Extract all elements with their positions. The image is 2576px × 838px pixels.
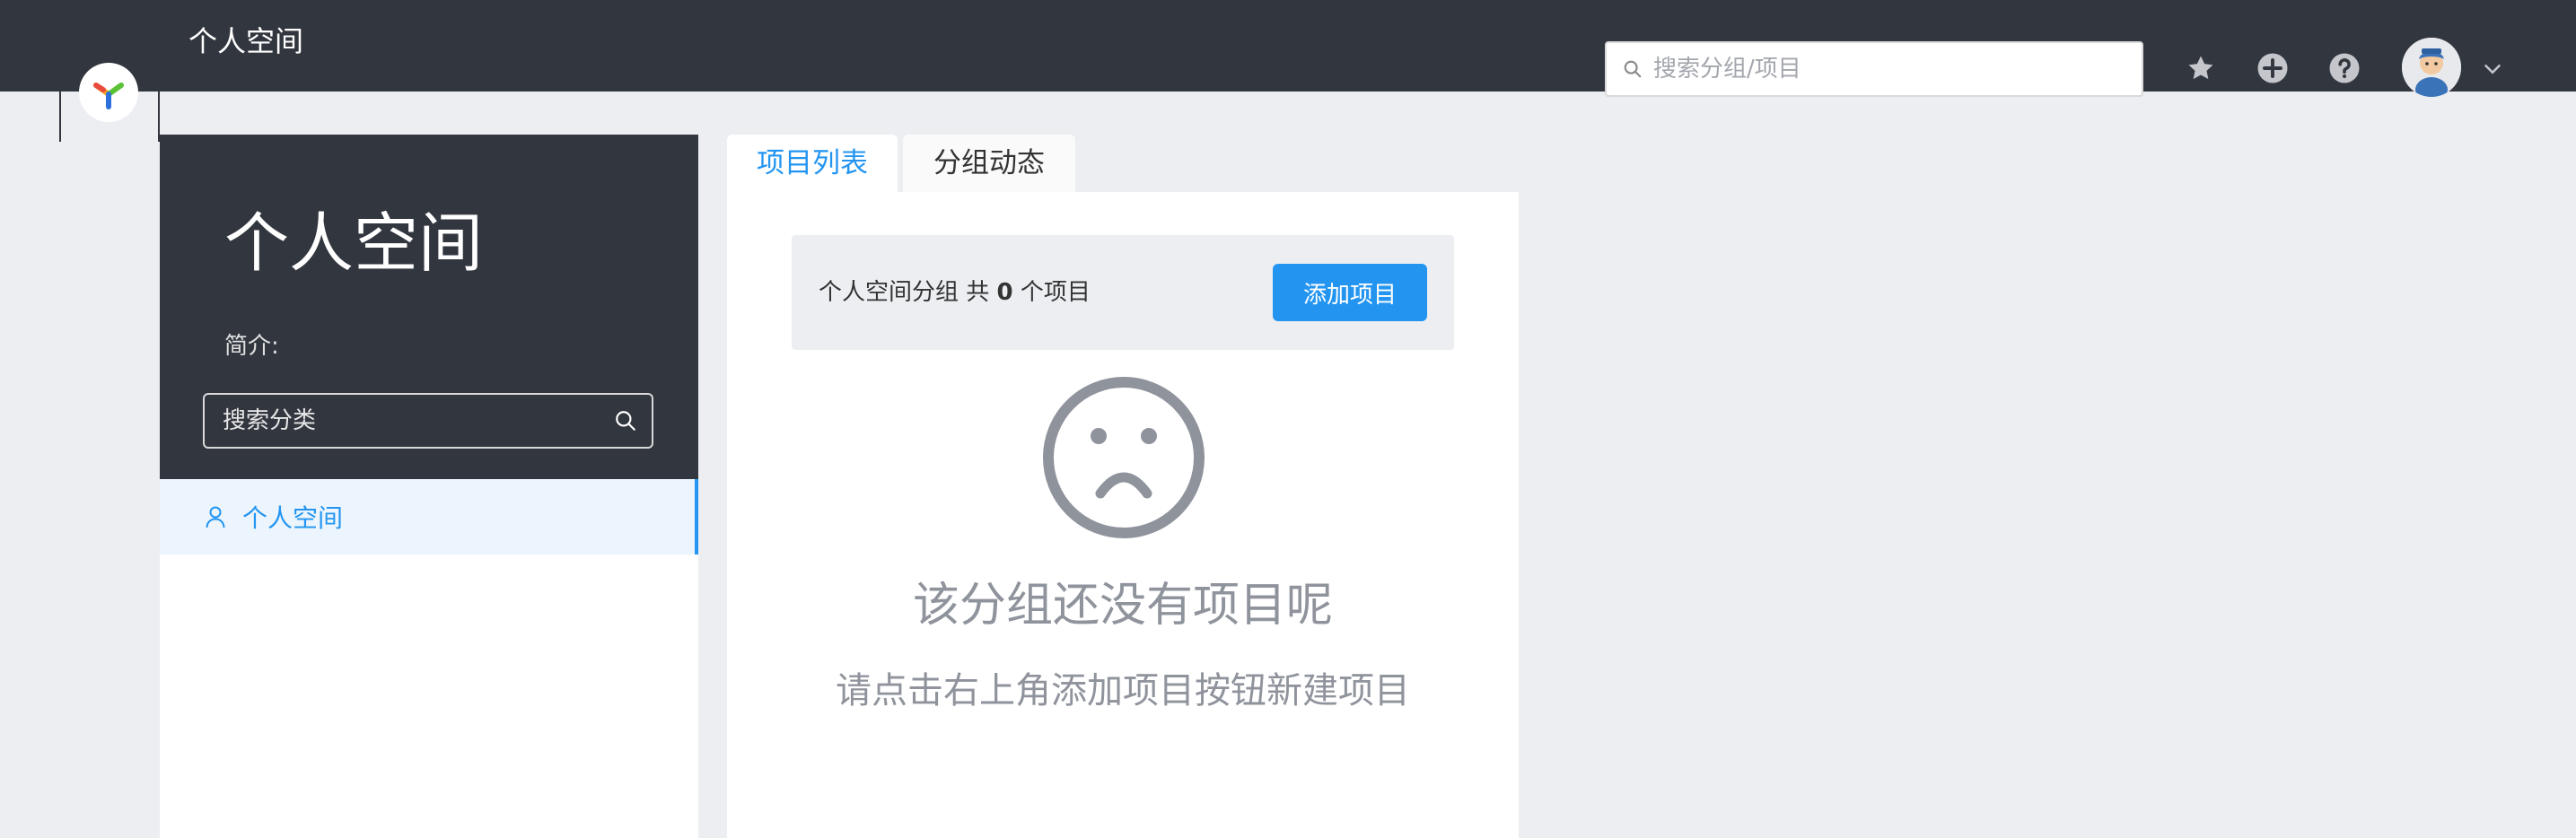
sidebar-item-personal-space[interactable]: 个人空间 (160, 479, 698, 554)
header-search-input[interactable] (1653, 56, 2120, 83)
sidebar-item-label: 个人空间 (242, 503, 344, 533)
group-info-panel: 个人空间 简介: (160, 135, 698, 479)
summary-prefix: 个人空间分组 共 (819, 279, 990, 306)
group-sidebar: 个人空间 简介: 个人空间 (160, 135, 698, 838)
empty-state-description: 请点击右上角添加项目按钮新建项目 (836, 670, 1410, 711)
project-summary-bar: 个人空间分组 共 0 个项目 添加项目 (792, 235, 1454, 350)
header-search[interactable] (1605, 41, 2143, 97)
header-title: 个人空间 (188, 24, 304, 58)
top-header: 个人空间 (0, 0, 2576, 97)
plus-circle-icon[interactable] (2253, 48, 2292, 88)
star-icon[interactable] (2181, 48, 2221, 88)
sad-face-icon (1043, 377, 1205, 538)
tab-group-activity[interactable]: 分组动态 (903, 135, 1075, 192)
search-icon (1624, 60, 1642, 78)
project-count: 0 (996, 279, 1013, 306)
question-icon[interactable] (2325, 48, 2364, 88)
project-count-summary: 个人空间分组 共 0 个项目 (819, 276, 1091, 309)
user-avatar[interactable] (2402, 38, 2461, 97)
chevron-down-icon[interactable] (2479, 56, 2506, 83)
add-project-button[interactable]: 添加项目 (1273, 264, 1427, 321)
search-icon[interactable] (614, 409, 637, 432)
category-search-input[interactable] (223, 407, 600, 434)
tab-project-list[interactable]: 项目列表 (727, 135, 898, 192)
user-icon (206, 506, 225, 528)
summary-suffix: 个项目 (1020, 279, 1091, 306)
project-list-panel: 个人空间分组 共 0 个项目 添加项目 该分组还没有项目呢 请点击右上角添加项目… (727, 192, 1519, 838)
empty-state-title: 该分组还没有项目呢 (912, 579, 1333, 633)
group-description-label: 简介: (224, 333, 279, 360)
category-search[interactable] (203, 393, 653, 449)
group-title: 个人空间 (224, 205, 484, 281)
yapi-logo[interactable] (79, 63, 138, 122)
